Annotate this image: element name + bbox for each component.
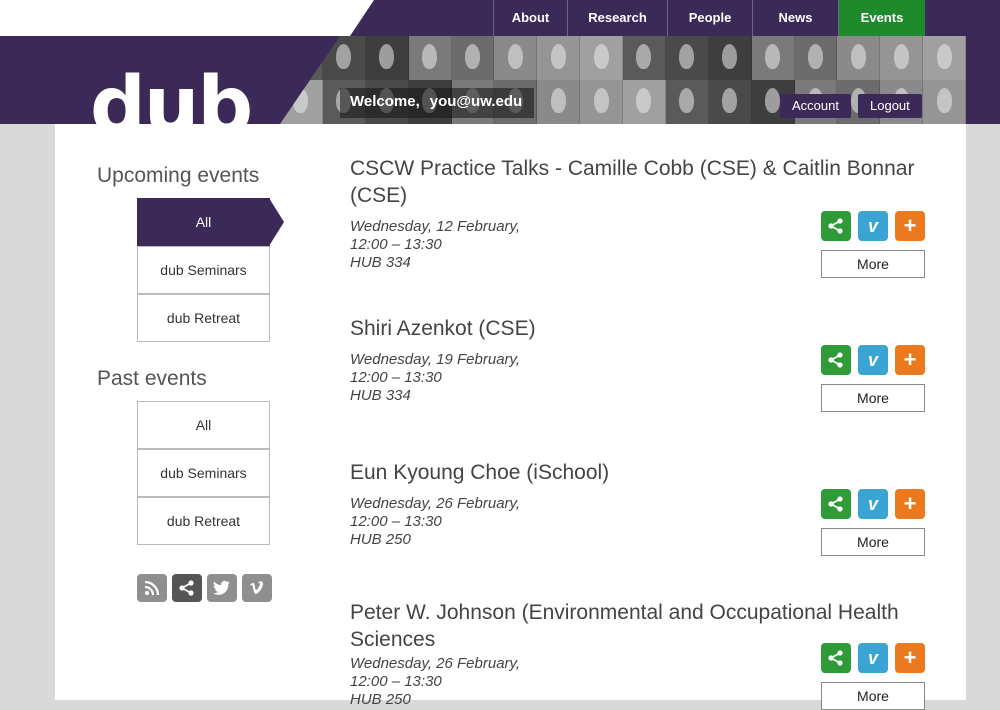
person-photo: [751, 36, 795, 80]
vimeo-icon[interactable]: v: [858, 211, 888, 241]
person-photo: [623, 80, 666, 124]
nav-news[interactable]: News: [752, 0, 838, 36]
person-photo: [623, 36, 666, 80]
event-title[interactable]: CSCW Practice Talks - Camille Cobb (CSE)…: [350, 155, 925, 209]
nav-research[interactable]: Research: [567, 0, 667, 36]
event-actions: v +: [821, 211, 925, 241]
person-photo: [537, 80, 581, 124]
upcoming-filter-dub-retreat[interactable]: dub Retreat: [137, 294, 270, 342]
vimeo-icon[interactable]: v: [858, 489, 888, 519]
add-icon[interactable]: +: [895, 211, 925, 241]
add-icon[interactable]: +: [895, 489, 925, 519]
person-photo: [665, 80, 709, 124]
event-title[interactable]: Eun Kyoung Choe (iSchool): [350, 459, 925, 486]
user-email: you@uw.edu: [429, 93, 523, 110]
person-photo: [451, 36, 495, 80]
event-actions: v +: [821, 643, 925, 673]
welcome-text: Welcome,: [350, 93, 420, 110]
person-photo: [837, 36, 881, 80]
more-button[interactable]: More: [821, 682, 925, 710]
share-icon[interactable]: [821, 211, 851, 241]
nav-about[interactable]: About: [493, 0, 567, 36]
event-title[interactable]: Shiri Azenkot (CSE): [350, 315, 925, 342]
person-photo: [494, 36, 538, 80]
person-photo: [923, 36, 966, 80]
more-button[interactable]: More: [821, 528, 925, 556]
past-filter-all[interactable]: All: [137, 401, 270, 449]
rss-icon[interactable]: [137, 574, 167, 602]
add-icon[interactable]: +: [895, 643, 925, 673]
past-events-heading: Past events: [97, 367, 207, 390]
social-links: [137, 574, 272, 602]
event-actions: v +: [821, 345, 925, 375]
person-photo: [580, 36, 623, 80]
person-photo: [665, 36, 709, 80]
event-actions: v +: [821, 489, 925, 519]
add-icon[interactable]: +: [895, 345, 925, 375]
person-photo: [794, 36, 838, 80]
more-button[interactable]: More: [821, 250, 925, 278]
upcoming-filter-dub-seminars[interactable]: dub Seminars: [137, 246, 270, 294]
person-photo: [880, 36, 924, 80]
person-photo: [708, 36, 752, 80]
upcoming-filter-all[interactable]: All: [137, 198, 284, 246]
person-photo: [365, 36, 409, 80]
twitter-icon[interactable]: [207, 574, 237, 602]
vimeo-icon[interactable]: v: [858, 643, 888, 673]
top-bar: About Research People News Events: [0, 0, 1000, 36]
event-item: CSCW Practice Talks - Camille Cobb (CSE)…: [350, 155, 925, 278]
event-item: Eun Kyoung Choe (iSchool) Wednesday, 26 …: [350, 459, 925, 556]
event-item: Peter W. Johnson (Environmental and Occu…: [350, 599, 925, 710]
past-filter-dub-seminars[interactable]: dub Seminars: [137, 449, 270, 497]
vimeo-icon[interactable]: v: [858, 345, 888, 375]
event-item: Shiri Azenkot (CSE) Wednesday, 19 Februa…: [350, 315, 925, 412]
person-photo: [537, 36, 581, 80]
main-nav: About Research People News Events: [493, 0, 925, 36]
upcoming-events-heading: Upcoming events: [97, 164, 260, 187]
nav-events[interactable]: Events: [838, 0, 925, 36]
main-content: Upcoming events All dub Seminars dub Ret…: [55, 124, 966, 710]
nav-people[interactable]: People: [667, 0, 752, 36]
welcome-banner: Welcome, you@uw.edu: [340, 88, 535, 118]
person-photo: [923, 80, 966, 124]
vimeo-icon[interactable]: [242, 574, 272, 602]
share-icon[interactable]: [172, 574, 202, 602]
past-filter-dub-retreat[interactable]: dub Retreat: [137, 497, 270, 545]
more-button[interactable]: More: [821, 384, 925, 412]
logout-button[interactable]: Logout: [858, 94, 922, 118]
share-icon[interactable]: [821, 489, 851, 519]
person-photo: [580, 80, 623, 124]
share-icon[interactable]: [821, 643, 851, 673]
person-photo: [408, 36, 452, 80]
account-button[interactable]: Account: [780, 94, 851, 118]
person-photo: [708, 80, 752, 124]
share-icon[interactable]: [821, 345, 851, 375]
